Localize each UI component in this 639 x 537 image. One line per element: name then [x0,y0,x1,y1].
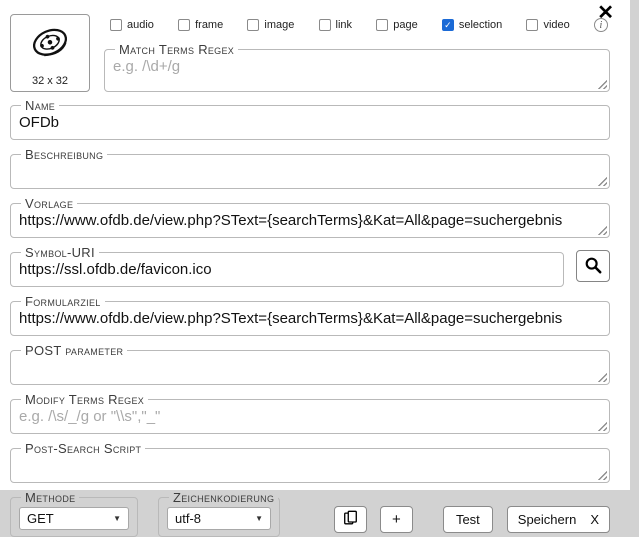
symbol-uri-label: Symbol-URI [21,245,99,260]
checkbox-page[interactable]: page [376,19,417,31]
formularziel-label: Formularziel [21,294,105,309]
post-search-script-label: Post-Search Script [21,441,145,456]
vorlage-fieldset: Vorlage [10,196,610,238]
methode-selected-value: GET [27,511,54,526]
copy-button[interactable] [334,506,367,533]
match-terms-regex-fieldset: Match Terms Regex [104,42,610,92]
checkbox-label: page [393,19,417,31]
checkbox-box[interactable] [110,19,122,31]
match-terms-regex-label: Match Terms Regex [115,42,238,57]
modify-terms-regex-input[interactable] [19,407,601,428]
checkbox-box[interactable] [247,19,259,31]
checkbox-audio[interactable]: audio [110,19,154,31]
modify-terms-regex-label: Modify Terms Regex [21,392,148,407]
copy-icon [343,510,358,530]
checkbox-label: frame [195,19,223,31]
post-search-script-fieldset: Post-Search Script [10,441,610,483]
top-section: 32 x 32 audio frame image link [10,14,610,92]
post-parameter-input[interactable] [19,358,601,379]
checkbox-label: video [543,19,569,31]
checkbox-box[interactable] [442,19,454,31]
checkbox-video[interactable]: video [526,19,569,31]
chevron-down-icon: ▼ [255,514,263,523]
formularziel-input[interactable] [19,309,601,330]
vorlage-input[interactable] [19,211,601,232]
modify-terms-regex-fieldset: Modify Terms Regex [10,392,610,434]
post-search-script-input[interactable] [19,456,601,477]
name-input[interactable] [19,113,601,134]
zeichenkodierung-fieldset: Zeichenkodierung utf-8 ▼ [158,490,280,537]
close-icon[interactable]: ✕ [591,2,620,24]
match-terms-regex-input[interactable] [113,57,601,78]
add-engine-button[interactable]: + [380,506,413,533]
methode-fieldset: Methode GET ▼ [10,490,138,537]
symbol-uri-input[interactable] [19,260,555,281]
search-icon [584,256,602,277]
context-checkbox-row: audio frame image link page [104,14,610,42]
action-buttons: + Test Speichern X [334,506,610,533]
checkbox-box[interactable] [376,19,388,31]
beschreibung-fieldset: Beschreibung [10,147,610,189]
post-parameter-label: POST parameter [21,343,127,358]
checkbox-label: link [336,19,353,31]
remove-button[interactable]: X [590,512,599,527]
ofdb-logo-icon [29,23,71,70]
checkbox-box[interactable] [178,19,190,31]
post-parameter-fieldset: POST parameter [10,343,610,385]
methode-label: Methode [21,490,79,505]
beschreibung-label: Beschreibung [21,147,107,162]
chevron-down-icon: ▼ [113,514,121,523]
checkbox-label: audio [127,19,154,31]
icon-size-label: 32 x 32 [32,75,68,89]
engine-icon-preview: 32 x 32 [10,14,90,92]
test-button[interactable]: Test [443,506,493,533]
zeichenkodierung-label: Zeichenkodierung [169,490,278,505]
zeichenkodierung-selected-value: utf-8 [175,511,201,526]
checkbox-box[interactable] [319,19,331,31]
resize-handle[interactable] [596,78,607,89]
checkbox-label: selection [459,19,502,31]
beschreibung-input[interactable] [19,162,601,183]
checkbox-label: image [264,19,294,31]
save-button-group: Speichern X [507,506,610,533]
name-fieldset: Name [10,98,610,140]
checkbox-image[interactable]: image [247,19,294,31]
checkbox-link[interactable]: link [319,19,353,31]
symbol-uri-fieldset: Symbol-URI [10,245,564,287]
save-button[interactable]: Speichern [518,512,577,527]
name-label: Name [21,98,59,113]
vorlage-label: Vorlage [21,196,77,211]
fetch-icon-button[interactable] [576,250,610,282]
search-engine-edit-dialog: ✕ 32 x 32 [0,0,630,490]
zeichenkodierung-select[interactable]: utf-8 ▼ [167,507,271,530]
formularziel-fieldset: Formularziel [10,294,610,336]
checkbox-frame[interactable]: frame [178,19,223,31]
methode-select[interactable]: GET ▼ [19,507,129,530]
checkbox-selection[interactable]: selection [442,19,502,31]
checkbox-box[interactable] [526,19,538,31]
